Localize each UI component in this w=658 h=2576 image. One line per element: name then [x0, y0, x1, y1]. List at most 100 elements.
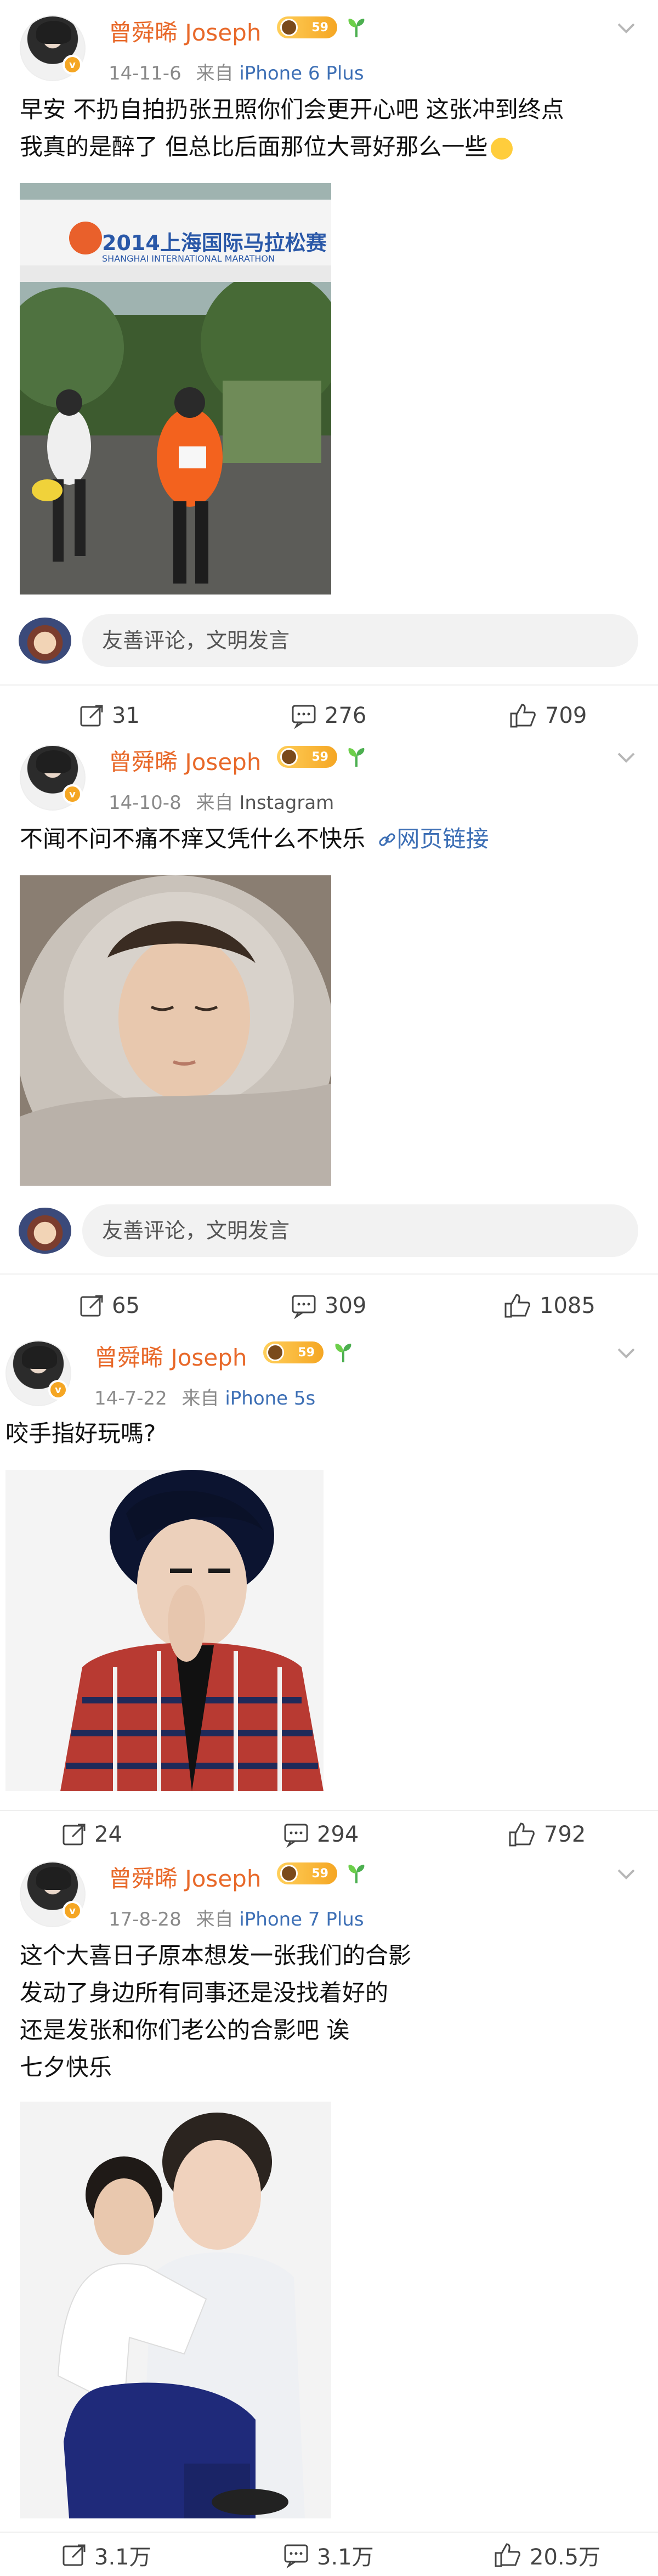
like-button[interactable]: 709: [509, 697, 587, 735]
post-meta: 14-10-8 来自 Instagram: [109, 788, 334, 814]
action-bar: 3.1万 3.1万 20.5万: [0, 2536, 658, 2574]
like-icon: [510, 704, 536, 728]
chevron-down-icon[interactable]: [614, 746, 638, 770]
divider: [0, 2532, 658, 2533]
post-4: v 曾舜晞 Joseph 59 17-8-28 来自 iPhone 7 Plus…: [0, 1854, 658, 2576]
repost-icon: [63, 2544, 86, 2566]
post-source[interactable]: iPhone 7 Plus: [239, 1909, 364, 1930]
repost-count: 65: [112, 1293, 140, 1318]
post-3: v 曾舜晞 Joseph 59 14-7-22 来自 iPhone 5s 咬手指…: [0, 1333, 658, 1859]
username[interactable]: 曾舜晞 Joseph: [94, 1339, 247, 1373]
comment-button[interactable]: 294: [283, 1815, 359, 1854]
post-date: 17-8-28: [109, 1909, 181, 1930]
post-text: 不闻不问不痛不痒又凭什么不快乐 网页链接: [20, 825, 489, 852]
verified-badge: v: [63, 1901, 82, 1921]
comment-button[interactable]: 3.1万: [283, 2536, 374, 2574]
divider: [0, 684, 658, 686]
sprout-icon: [348, 19, 365, 37]
post-source[interactable]: iPhone 6 Plus: [239, 63, 364, 84]
chevron-down-icon[interactable]: [614, 1341, 638, 1366]
post-text: 这个大喜日子原本想发一张我们的合影 发动了身边所有同事还是没找着好的 还是发张和…: [20, 1942, 412, 2081]
divider: [0, 1273, 658, 1275]
comment-count: 3.1万: [317, 2545, 374, 2570]
comment-button[interactable]: 309: [291, 1287, 366, 1325]
post-image[interactable]: [5, 1470, 324, 1791]
post-image[interactable]: [20, 2102, 331, 2518]
comment-button[interactable]: 276: [291, 697, 366, 735]
like-icon: [495, 2543, 520, 2567]
like-button[interactable]: 1085: [503, 1287, 595, 1325]
comment-input-row: 友善评论，文明发言: [19, 614, 638, 667]
thinking-emoji: [491, 137, 513, 160]
post-image[interactable]: [20, 875, 331, 1186]
comment-icon: [284, 2544, 308, 2568]
post-source[interactable]: Instagram: [239, 792, 334, 814]
source-from: 来自: [196, 792, 234, 814]
action-bar: 65 309 1085: [0, 1287, 658, 1325]
repost-count: 3.1万: [94, 2545, 151, 2570]
verified-badge: v: [48, 1380, 68, 1400]
like-icon: [509, 1822, 535, 1847]
post-date: 14-7-22: [94, 1388, 167, 1409]
action-bar: 24 294 792: [0, 1815, 658, 1854]
like-count: 1085: [540, 1293, 595, 1318]
source-from: 来自: [196, 1909, 234, 1930]
action-bar: 31 276 709: [0, 697, 658, 735]
post-meta: 14-7-22 来自 iPhone 5s: [94, 1383, 315, 1410]
comment-count: 294: [317, 1822, 359, 1847]
repost-button[interactable]: 65: [78, 1287, 140, 1325]
repost-button[interactable]: 3.1万: [60, 2536, 151, 2574]
post-text: 咬手指好玩嗎?: [5, 1420, 156, 1447]
verified-badge: v: [63, 784, 82, 804]
comment-input[interactable]: 友善评论，文明发言: [82, 1204, 638, 1257]
post-meta: 17-8-28 来自 iPhone 7 Plus: [109, 1904, 364, 1931]
comment-count: 276: [325, 703, 367, 728]
sprout-icon: [348, 1865, 365, 1883]
comment-icon: [292, 1295, 316, 1319]
post-1: v 曾舜晞 Joseph 59 14-11-6 来自 iPhone 6 Plus…: [0, 0, 658, 729]
username[interactable]: 曾舜晞 Joseph: [109, 14, 261, 48]
post-source[interactable]: iPhone 5s: [225, 1388, 315, 1409]
repost-icon: [80, 1295, 103, 1317]
divider: [0, 1810, 658, 1811]
repost-icon: [80, 705, 103, 727]
like-count: 792: [544, 1822, 586, 1847]
like-count: 709: [545, 703, 587, 728]
level-badge[interactable]: 59: [277, 746, 337, 768]
comment-icon: [284, 1824, 308, 1848]
link-icon: [379, 833, 395, 846]
like-button[interactable]: 20.5万: [494, 2536, 600, 2574]
chevron-down-icon[interactable]: [614, 1862, 638, 1887]
source-from: 来自: [196, 63, 234, 84]
image-banner-title: 2014上海国际马拉松赛: [102, 231, 327, 255]
comment-input-row: 友善评论，文明发言: [19, 1204, 638, 1257]
like-button[interactable]: 792: [508, 1815, 586, 1854]
repost-button[interactable]: 24: [60, 1815, 122, 1854]
repost-icon: [63, 1824, 86, 1845]
image-banner-subtitle: SHANGHAI INTERNATIONAL MARATHON: [102, 253, 275, 264]
level-badge[interactable]: 59: [263, 1341, 324, 1363]
web-link[interactable]: 网页链接: [378, 825, 489, 852]
level-badge[interactable]: 59: [277, 1862, 337, 1884]
repost-count: 24: [94, 1822, 122, 1847]
repost-count: 31: [112, 703, 140, 728]
post-meta: 14-11-6 来自 iPhone 6 Plus: [109, 58, 364, 85]
post-date: 14-11-6: [109, 63, 181, 84]
repost-button[interactable]: 31: [78, 697, 140, 735]
source-from: 来自: [181, 1388, 219, 1409]
like-count: 20.5万: [530, 2545, 601, 2570]
post-image[interactable]: 2014上海国际马拉松赛 SHANGHAI INTERNATIONAL MARA…: [20, 183, 331, 595]
sprout-icon: [335, 1344, 351, 1362]
comment-input[interactable]: 友善评论，文明发言: [82, 614, 638, 667]
post-text: 早安 不扔自拍扔张丑照你们会更开心吧 这张冲到终点 我真的是醉了 但总比后面那位…: [20, 96, 564, 160]
level-badge[interactable]: 59: [277, 16, 337, 38]
commenter-avatar: [19, 1208, 71, 1254]
comment-count: 309: [325, 1293, 367, 1318]
chevron-down-icon[interactable]: [614, 16, 638, 41]
username[interactable]: 曾舜晞 Joseph: [109, 1860, 261, 1894]
username[interactable]: 曾舜晞 Joseph: [109, 744, 261, 777]
verified-badge: v: [63, 55, 82, 75]
sprout-icon: [348, 748, 365, 767]
post-2: v 曾舜晞 Joseph 59 14-10-8 来自 Instagram 不闻不…: [0, 740, 658, 1338]
comment-icon: [292, 705, 316, 729]
